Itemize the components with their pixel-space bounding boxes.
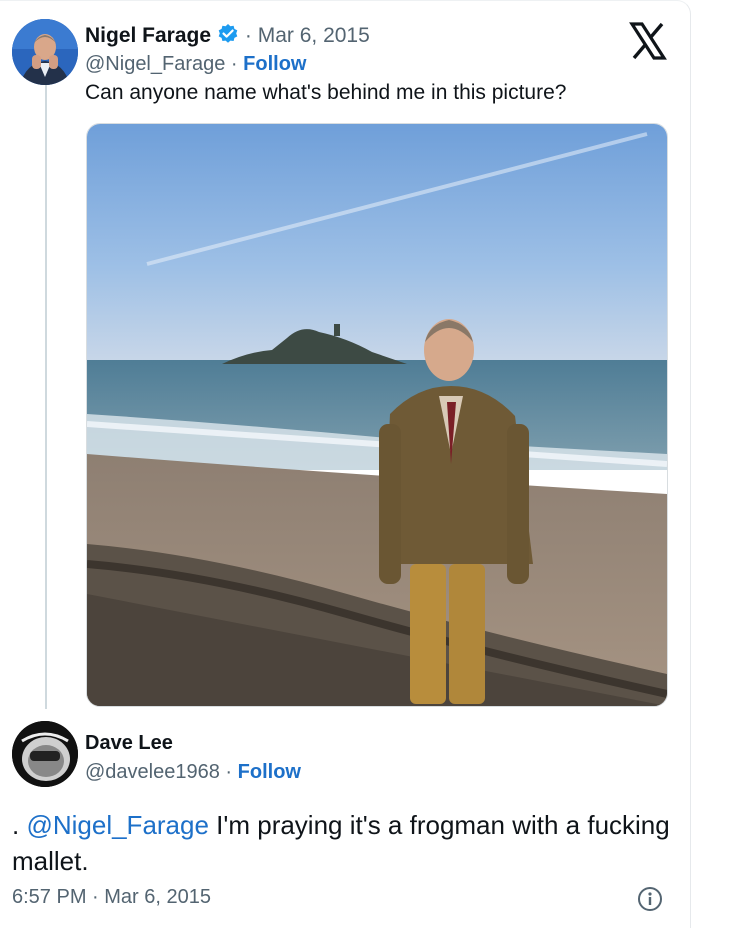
reply-mention-link[interactable]: @Nigel_Farage xyxy=(26,810,208,840)
info-icon[interactable] xyxy=(637,886,663,912)
reply-timestamp[interactable]: 6:57 PM · Mar 6, 2015 xyxy=(12,886,211,909)
reply-author-handle[interactable]: @davelee1968 xyxy=(85,761,220,783)
verified-badge-icon xyxy=(217,23,239,51)
tweet-date[interactable]: Mar 6, 2015 xyxy=(258,24,370,47)
separator-dot: · xyxy=(225,53,244,75)
author-handle[interactable]: @Nigel_Farage xyxy=(85,53,225,75)
tweet-photo[interactable] xyxy=(86,123,668,707)
thread-connector-line xyxy=(45,85,47,709)
reply-text: . @Nigel_Farage I'm praying it's a frogm… xyxy=(12,807,672,879)
author-name[interactable]: Nigel Farage xyxy=(85,24,211,47)
author-handle-row: @Nigel_Farage · Follow xyxy=(85,53,306,76)
follow-link[interactable]: Follow xyxy=(243,53,306,75)
x-logo-icon[interactable] xyxy=(628,21,668,61)
separator-dot: · xyxy=(239,24,258,47)
reply-author-name[interactable]: Dave Lee xyxy=(85,732,173,755)
reply-author-avatar[interactable] xyxy=(12,721,78,787)
author-avatar[interactable] xyxy=(12,19,78,85)
separator-dot: · xyxy=(219,761,238,783)
reply-follow-link[interactable]: Follow xyxy=(238,761,301,783)
tweet-text: Can anyone name what's behind me in this… xyxy=(85,81,567,104)
reply-prefix: . xyxy=(12,810,27,840)
tweet-card: Nigel Farage · Mar 6, 2015 @Nigel_Farage… xyxy=(0,0,691,928)
author-name-row: Nigel Farage · Mar 6, 2015 xyxy=(85,23,370,51)
reply-handle-row: @davelee1968 · Follow xyxy=(85,761,301,784)
